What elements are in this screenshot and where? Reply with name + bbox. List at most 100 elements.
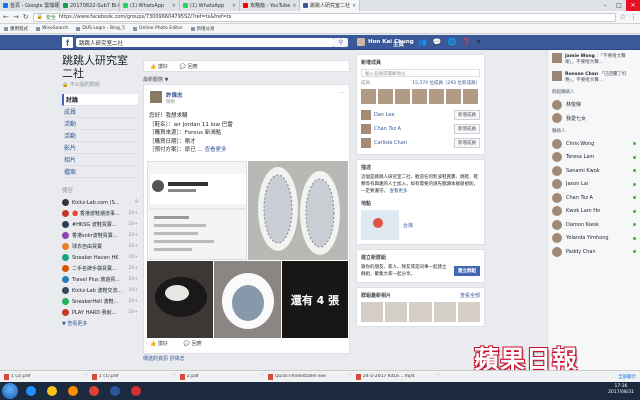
- avatar[interactable]: [395, 89, 410, 104]
- shortcut-item[interactable]: 🔴 香港波鞋潮流事... 20+: [62, 208, 138, 219]
- shortcut-item[interactable]: 香港snkr波鞋買賣... 20+: [62, 230, 138, 241]
- contact-item[interactable]: Kwok Lam Ho: [548, 205, 640, 219]
- contact-item[interactable]: Sanami Kwok: [548, 164, 640, 178]
- add-member-input[interactable]: 輸入名稱或電郵地址...: [361, 69, 480, 77]
- see-more-link[interactable]: ▼ 查看更多: [62, 320, 138, 327]
- shortcut-item[interactable]: Travel Plus 旅遊買... 20+: [62, 274, 138, 285]
- taskbar-app-word[interactable]: [106, 384, 123, 399]
- shortcut-item[interactable]: 球衣自由買賣 20+: [62, 241, 138, 252]
- contact-item[interactable]: Chan Tsz A: [548, 191, 640, 205]
- contact-item[interactable]: Chris Wong: [548, 137, 640, 151]
- chat-message[interactable]: Jamie Wong ：「不要咁大聲喇」，不要咁大聲...: [548, 50, 640, 68]
- search-icon[interactable]: ⚲: [334, 38, 348, 47]
- chevron-up-icon[interactable]: ⌃: [348, 374, 352, 379]
- avatar[interactable]: [361, 110, 371, 120]
- close-icon[interactable]: ×: [172, 3, 176, 9]
- group-nav-item[interactable]: 活動: [62, 130, 138, 142]
- shortcut-item[interactable]: SneakerHell 波鞋... 20+: [62, 296, 138, 307]
- more-photos-overlay[interactable]: 還有 4 張: [282, 261, 348, 338]
- menu-icon[interactable]: ⋮: [630, 13, 637, 21]
- taskbar-app-chrome[interactable]: [85, 384, 102, 399]
- bookmark-item[interactable]: 應用程式: [4, 26, 28, 32]
- recent-photo[interactable]: [409, 302, 432, 322]
- group-nav-item[interactable]: 討論: [62, 94, 138, 106]
- contact-item[interactable]: Yolanda Yimhong: [548, 232, 640, 246]
- recent-photo[interactable]: [385, 302, 408, 322]
- close-icon[interactable]: ×: [352, 3, 356, 9]
- minimize-button[interactable]: –: [598, 0, 612, 11]
- avatar[interactable]: [429, 89, 444, 104]
- photo-4[interactable]: [214, 261, 281, 338]
- chevron-up-icon[interactable]: ⌃: [436, 374, 440, 379]
- shortcut-item[interactable]: PLAY HARD 我就... 20+: [62, 307, 138, 318]
- group-nav-item[interactable]: 相片: [62, 154, 138, 166]
- facebook-search-input[interactable]: 跳跳人研究室二社: [76, 38, 334, 47]
- friends-icon[interactable]: 👥: [418, 38, 427, 46]
- bookmark-item[interactable]: WiseSearch: [36, 26, 68, 31]
- next-post-header[interactable]: 傳送的資訊 許偉志: [143, 355, 185, 362]
- photo-1[interactable]: [147, 161, 247, 260]
- help-icon[interactable]: ❓: [462, 38, 471, 46]
- browser-tab[interactable]: 攻略篇 - YouTube ×: [240, 0, 300, 11]
- sort-dropdown[interactable]: 最新動態 ▼: [143, 76, 168, 83]
- avatar[interactable]: [378, 89, 393, 104]
- browser-tab[interactable]: 首頁 - Google 雲端硬碟×: [0, 0, 60, 11]
- start-button[interactable]: [2, 383, 18, 399]
- group-nav-item[interactable]: 檔案: [62, 166, 138, 178]
- group-contact[interactable]: 林俊傑: [548, 98, 640, 112]
- taskbar-app-ie[interactable]: [22, 384, 39, 399]
- photo-2[interactable]: [248, 161, 348, 260]
- avatar[interactable]: [463, 89, 478, 104]
- facebook-logo[interactable]: f: [62, 37, 73, 48]
- add-member-button[interactable]: 新增成員: [454, 138, 480, 148]
- location-map[interactable]: [361, 210, 399, 240]
- add-member-button[interactable]: 新增成員: [454, 124, 480, 134]
- contact-item[interactable]: Damon Kwok: [548, 218, 640, 232]
- taskbar-app-explorer[interactable]: [43, 384, 60, 399]
- maximize-button[interactable]: □: [612, 0, 626, 11]
- forward-icon[interactable]: →: [13, 13, 19, 21]
- contact-item[interactable]: Paddy Chan: [548, 245, 640, 259]
- browser-tab[interactable]: 跳跳人研究室二社 ×: [300, 0, 360, 11]
- avatar[interactable]: [412, 89, 427, 104]
- group-nav-item[interactable]: 成員: [62, 106, 138, 118]
- close-icon[interactable]: ×: [232, 3, 236, 9]
- profile-link[interactable]: Hon Kai Chung: [357, 38, 414, 46]
- chevron-up-icon[interactable]: ⌃: [260, 374, 264, 379]
- avatar[interactable]: [361, 124, 371, 134]
- post-time[interactable]: 剛剛: [166, 99, 183, 105]
- photo-5[interactable]: 還有 4 張: [282, 261, 348, 338]
- author-name[interactable]: 許偉志: [166, 91, 183, 99]
- post-options-icon[interactable]: ···: [338, 90, 344, 97]
- shortcut-item[interactable]: #HKSG 波鞋買賣... 20+: [62, 219, 138, 230]
- globe-icon[interactable]: 🌐: [447, 38, 456, 46]
- shortcut-item[interactable]: Sneaker Haven HK 20+: [62, 252, 138, 263]
- bookmark-item[interactable]: DUS Login - Bing_5: [76, 26, 125, 31]
- recent-photo[interactable]: [433, 302, 456, 322]
- show-all-downloads[interactable]: 全部顯示: [618, 374, 636, 380]
- close-window-button[interactable]: ✕: [626, 0, 640, 11]
- avatar[interactable]: [446, 89, 461, 104]
- see-more-link[interactable]: 查看更多: [389, 189, 407, 194]
- create-group-button[interactable]: 建立群組: [454, 266, 480, 276]
- avatar[interactable]: [361, 138, 371, 148]
- system-clock[interactable]: 17:36 2017/08/31: [608, 384, 634, 396]
- download-item[interactable]: QuickTimeInstaller.exe ⌃: [268, 373, 352, 380]
- chat-message[interactable]: Ronson Chan 「已回覆了好嘢」，不要咁大聲...: [548, 68, 640, 86]
- members-count-link[interactable]: 15,374 位成員（293 位新成員）: [412, 80, 480, 86]
- download-item[interactable]: 2.pdf ⌃: [180, 373, 264, 380]
- taskbar-app-player[interactable]: [64, 384, 81, 399]
- chevron-up-icon[interactable]: ⌃: [172, 374, 176, 379]
- chevron-up-icon[interactable]: ⌃: [84, 374, 88, 379]
- reload-icon[interactable]: ↻: [23, 13, 29, 21]
- bookmark-item[interactable]: Online Photo Editor: [133, 26, 183, 31]
- shortcut-item[interactable]: 二手名牌手袋買賣... 20+: [62, 263, 138, 274]
- back-icon[interactable]: ←: [3, 13, 9, 21]
- download-item[interactable]: 1 (1).pdf ⌃: [92, 373, 176, 380]
- download-item[interactable]: 1 (2).pdf ⌃: [4, 373, 88, 380]
- group-nav-item[interactable]: 活動: [62, 118, 138, 130]
- group-title[interactable]: 跳跳人研究室二社: [62, 54, 138, 80]
- like-button[interactable]: 👍 讚好: [150, 63, 168, 70]
- see-all-link[interactable]: 查看全部: [460, 292, 480, 299]
- comment-button[interactable]: 💬 回應: [184, 340, 202, 347]
